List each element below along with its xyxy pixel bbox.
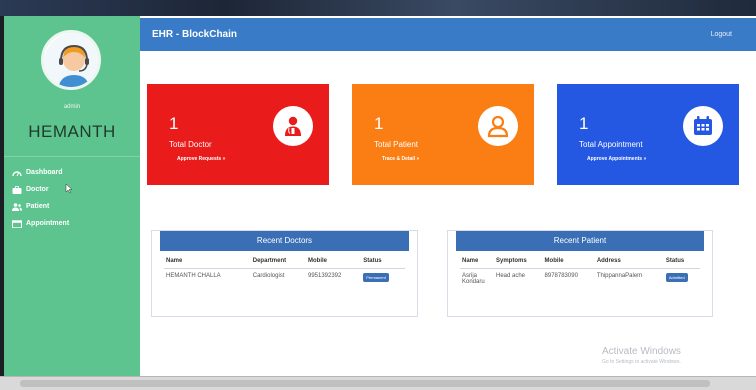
activate-windows-watermark: Activate Windows Go to Settings to activ… [602, 346, 681, 365]
status-cell: Admitted [664, 269, 700, 290]
sidebar: admin HEMANTH Dashboard Doctor Patient A… [4, 16, 140, 376]
scrollbar-thumb[interactable] [20, 380, 710, 387]
sidebar-item-appointment[interactable]: Appointment [12, 215, 136, 232]
card-count: 1 [169, 114, 179, 133]
watermark-title: Activate Windows [602, 346, 681, 357]
app-brand[interactable]: EHR - BlockChain [152, 29, 237, 40]
sidebar-item-label: Appointment [26, 220, 70, 227]
column-header: Status [663, 255, 700, 269]
column-header: Mobile [542, 255, 595, 269]
briefcase-icon [12, 185, 22, 194]
total-patient-card[interactable]: 1 Total Patient Trace & Detail » [352, 84, 534, 185]
watermark-subtitle: Go to Settings to activate Windows. [602, 359, 681, 365]
sidebar-item-patient[interactable]: Patient [12, 198, 136, 215]
person-icon [478, 106, 518, 146]
doctor-name-cell: HEMANTH CHALLA [166, 273, 221, 279]
patient-name-cell: Asrija Kondaru [462, 273, 485, 285]
cursor-icon [65, 182, 73, 196]
calendar-icon [683, 106, 723, 146]
calendar-icon [12, 219, 22, 228]
symptoms-cell: Head ache [496, 273, 526, 279]
user-name: HEMANTH [28, 122, 116, 141]
table-header-row: Name Symptoms Mobile Address Status [460, 255, 700, 269]
column-header: Name [460, 255, 494, 269]
top-navbar: EHR - BlockChain Logout [140, 18, 756, 51]
card-count: 1 [374, 114, 384, 133]
recent-doctors-panel: Recent Doctors Name Department Mobile St… [151, 230, 418, 317]
panel-title: Recent Doctors [160, 231, 409, 251]
logout-link[interactable]: Logout [711, 31, 732, 38]
total-doctor-card[interactable]: 1 Total Doctor Approve Requests » [147, 84, 329, 185]
panel-title: Recent Patient [456, 231, 704, 251]
status-badge: Permanent [363, 273, 389, 282]
column-header: Department [250, 255, 306, 269]
column-header: Mobile [305, 255, 362, 269]
table-row[interactable]: HEMANTH CHALLA Cardiologist 9951392392 P… [164, 269, 405, 287]
card-label: Total Appointment [579, 140, 643, 149]
sidebar-item-doctor[interactable]: Doctor [12, 181, 136, 198]
status-cell: Permanent [361, 269, 405, 287]
column-header: Name [164, 255, 251, 269]
approve-appointments-link[interactable]: Approve Appointments » [587, 156, 646, 162]
table-row[interactable]: Asrija Kondaru Head ache 8978783090 Thip… [460, 269, 700, 290]
card-label: Total Patient [374, 140, 419, 149]
browser-top-strip [0, 0, 756, 16]
card-label: Total Doctor [169, 140, 212, 149]
approve-requests-link[interactable]: Approve Requests » [177, 156, 225, 162]
avatar [41, 30, 101, 90]
recent-patient-table: Name Symptoms Mobile Address Status Asri… [460, 255, 700, 289]
status-badge: Admitted [665, 273, 688, 282]
address-cell: ThippannaPalem [596, 273, 643, 279]
column-header: Symptoms [494, 255, 543, 269]
recent-patient-panel: Recent Patient Name Symptoms Mobile Addr… [447, 230, 713, 317]
column-header: Status [361, 255, 405, 269]
sidebar-item-label: Patient [26, 203, 50, 210]
horizontal-scrollbar[interactable] [0, 376, 756, 390]
sidebar-item-label: Doctor [26, 186, 49, 193]
dashboard-icon [12, 169, 22, 177]
user-role: admin [63, 104, 81, 110]
mobile-cell: 8978783090 [544, 273, 578, 279]
card-count: 1 [579, 114, 589, 133]
doctor-icon [273, 106, 313, 146]
column-header: Address [594, 255, 664, 269]
department-cell: Cardiologist [252, 273, 285, 279]
table-header-row: Name Department Mobile Status [164, 255, 405, 269]
total-appointment-card[interactable]: 1 Total Appointment Approve Appointments… [557, 84, 739, 185]
sidebar-item-label: Dashboard [26, 169, 63, 176]
sidebar-divider [4, 156, 140, 157]
trace-detail-link[interactable]: Trace & Detail » [382, 156, 419, 162]
sidebar-menu: Dashboard Doctor Patient Appointment [12, 164, 136, 232]
recent-doctors-table: Name Department Mobile Status HEMANTH CH… [164, 255, 405, 286]
mobile-cell: 9951392392 [307, 273, 342, 279]
users-icon [12, 202, 22, 211]
sidebar-item-dashboard[interactable]: Dashboard [12, 164, 136, 181]
app-frame: admin HEMANTH Dashboard Doctor Patient A… [4, 16, 756, 376]
